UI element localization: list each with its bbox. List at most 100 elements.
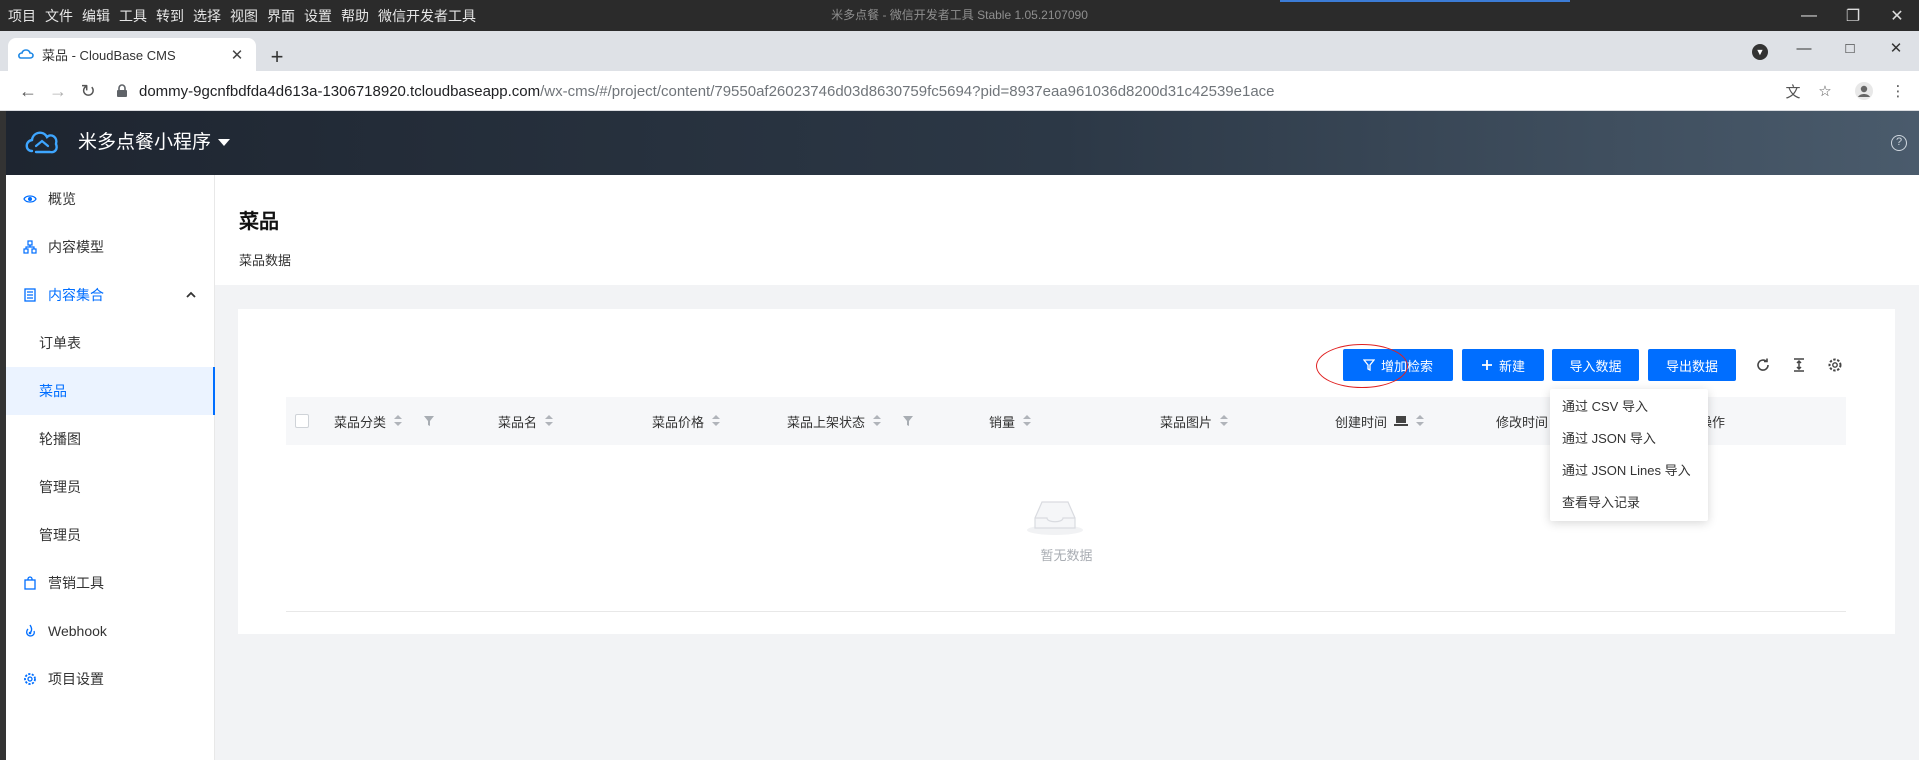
collection-icon <box>23 288 37 302</box>
ide-menu-file[interactable]: 文件 <box>45 6 73 26</box>
new-button[interactable]: 新建 <box>1462 349 1544 381</box>
column-header-label: 菜品分类 <box>334 414 387 430</box>
column-header-price[interactable]: 菜品价格 <box>652 397 721 445</box>
ide-window-controls: — ❐ ✕ <box>1787 0 1919 31</box>
sidebar-item-webhook[interactable]: Webhook <box>6 607 215 655</box>
empty-state-text: 暂无数据 <box>1040 548 1093 563</box>
webhook-icon <box>23 624 37 638</box>
column-header-dish-name[interactable]: 菜品名 <box>498 397 554 445</box>
ide-menu-wechat-devtools[interactable]: 微信开发者工具 <box>378 6 476 26</box>
import-data-button[interactable]: 导入数据 <box>1552 349 1639 381</box>
add-search-button[interactable]: 增加检索 <box>1343 349 1453 381</box>
menu-item-import-json-lines[interactable]: 通过 JSON Lines 导入 <box>1550 455 1708 487</box>
new-label: 新建 <box>1498 358 1525 374</box>
sort-icon[interactable] <box>1220 415 1229 427</box>
menu-item-import-csv[interactable]: 通过 CSV 导入 <box>1550 391 1708 423</box>
column-header-label: 销量 <box>989 414 1016 430</box>
model-tree-icon <box>23 240 37 254</box>
tab-close-icon[interactable]: ✕ <box>228 46 246 64</box>
browser-maximize-icon[interactable]: □ <box>1827 31 1873 65</box>
filter-funnel-icon[interactable] <box>424 416 435 426</box>
laptop-icon <box>1394 416 1409 426</box>
empty-inbox-icon <box>1027 501 1083 535</box>
ide-menu-edit[interactable]: 编辑 <box>82 6 110 26</box>
sort-icon[interactable] <box>873 415 882 427</box>
column-height-icon[interactable] <box>1789 355 1809 375</box>
column-header-label: 菜品名 <box>498 414 538 430</box>
sidebar-item-label: 管理员 <box>39 479 81 495</box>
browser-close-icon[interactable]: ✕ <box>1873 31 1919 65</box>
column-header-modified-at[interactable]: 修改时间 <box>1496 397 1548 445</box>
ide-menu-help[interactable]: 帮助 <box>341 6 369 26</box>
back-icon[interactable]: ← <box>16 79 40 103</box>
ide-restore-icon[interactable]: ❐ <box>1831 0 1875 31</box>
column-header-sales[interactable]: 销量 <box>989 397 1032 445</box>
ide-menu-tools[interactable]: 工具 <box>119 6 147 26</box>
new-tab-icon[interactable]: + <box>264 45 290 71</box>
ide-menu-interface[interactable]: 界面 <box>267 6 295 26</box>
shopping-bag-icon <box>23 576 37 590</box>
tab-search-icon[interactable]: ▼ <box>1752 44 1768 60</box>
sidebar-item-carousel[interactable]: 轮播图 <box>6 415 215 463</box>
reload-icon[interactable]: ↻ <box>76 79 100 103</box>
ide-menu-settings[interactable]: 设置 <box>304 6 332 26</box>
menu-item-import-json[interactable]: 通过 JSON 导入 <box>1550 423 1708 455</box>
project-switcher[interactable]: 米多点餐小程序 <box>78 111 211 175</box>
sidebar-item-marketing[interactable]: 营销工具 <box>6 559 215 607</box>
sort-icon[interactable] <box>394 415 403 427</box>
ide-menu-project[interactable]: 项目 <box>8 6 36 26</box>
sidebar-item-admin-2[interactable]: 管理员 <box>6 511 215 559</box>
column-header-label: 创建时间 <box>1335 414 1388 430</box>
address-bar[interactable]: dommy-9gcnfbdfda4d613a-1306718920.tcloud… <box>115 76 1795 106</box>
lock-icon <box>117 84 127 97</box>
sort-icon[interactable] <box>1023 415 1032 427</box>
ide-menu-view[interactable]: 视图 <box>230 6 258 26</box>
sort-icon[interactable] <box>545 415 554 427</box>
filter-funnel-icon[interactable] <box>903 416 914 426</box>
sidebar-item-content-collection[interactable]: 内容集合 <box>6 271 215 319</box>
ide-menu-select[interactable]: 选择 <box>193 6 221 26</box>
sidebar-item-label: 管理员 <box>39 527 81 543</box>
ide-close-icon[interactable]: ✕ <box>1875 0 1919 31</box>
sidebar-item-overview[interactable]: 概览 <box>6 175 215 223</box>
column-header-listing-status[interactable]: 菜品上架状态 <box>787 397 914 445</box>
export-data-button[interactable]: 导出数据 <box>1648 349 1736 381</box>
sidebar-item-label: 内容模型 <box>48 239 104 255</box>
browser-menu-icon[interactable]: ⋮ <box>1888 81 1908 101</box>
export-data-label: 导出数据 <box>1665 358 1718 374</box>
chevron-up-icon[interactable] <box>185 289 197 301</box>
browser-minimize-icon[interactable]: — <box>1781 31 1827 65</box>
column-header-label: 菜品上架状态 <box>787 414 866 430</box>
sidebar-item-label: 营销工具 <box>48 575 104 591</box>
sidebar-item-dishes[interactable]: 菜品 <box>6 367 215 415</box>
url-path: /wx-cms/#/project/content/79550af2602374… <box>540 82 1275 100</box>
profile-icon[interactable] <box>1854 81 1874 101</box>
sidebar-item-project-settings[interactable]: 项目设置 <box>6 655 215 703</box>
table-bottom-divider <box>286 611 1846 612</box>
eye-icon <box>23 192 37 206</box>
column-header-category[interactable]: 菜品分类 <box>334 397 435 445</box>
app-header: 米多点餐小程序 ? <box>6 111 1919 175</box>
forward-icon[interactable]: → <box>46 79 70 103</box>
ide-minimize-icon[interactable]: — <box>1787 0 1831 31</box>
column-header-dish-image[interactable]: 菜品图片 <box>1160 397 1229 445</box>
caret-down-icon[interactable] <box>218 139 230 146</box>
sidebar-item-orders[interactable]: 订单表 <box>6 319 215 367</box>
sort-icon[interactable] <box>712 415 721 427</box>
select-all-checkbox[interactable] <box>295 414 309 428</box>
cloudbase-logo-icon <box>25 131 58 154</box>
bookmark-star-icon[interactable]: ☆ <box>1815 81 1835 101</box>
translate-icon[interactable]: 文 <box>1783 81 1803 101</box>
refresh-icon[interactable] <box>1753 355 1773 375</box>
settings-gear-icon[interactable] <box>1825 355 1845 375</box>
sort-icon[interactable] <box>1416 415 1425 427</box>
ide-menu-goto[interactable]: 转到 <box>156 6 184 26</box>
sidebar-item-label: 订单表 <box>39 335 81 351</box>
sidebar-item-content-model[interactable]: 内容模型 <box>6 223 215 271</box>
menu-item-import-records[interactable]: 查看导入记录 <box>1550 487 1708 519</box>
help-icon[interactable]: ? <box>1891 135 1907 151</box>
add-search-label: 增加检索 <box>1380 358 1433 374</box>
browser-tab[interactable]: 菜品 - CloudBase CMS ✕ <box>8 38 256 71</box>
sidebar-item-admin-1[interactable]: 管理员 <box>6 463 215 511</box>
column-header-created-at[interactable]: 创建时间 <box>1335 397 1425 445</box>
